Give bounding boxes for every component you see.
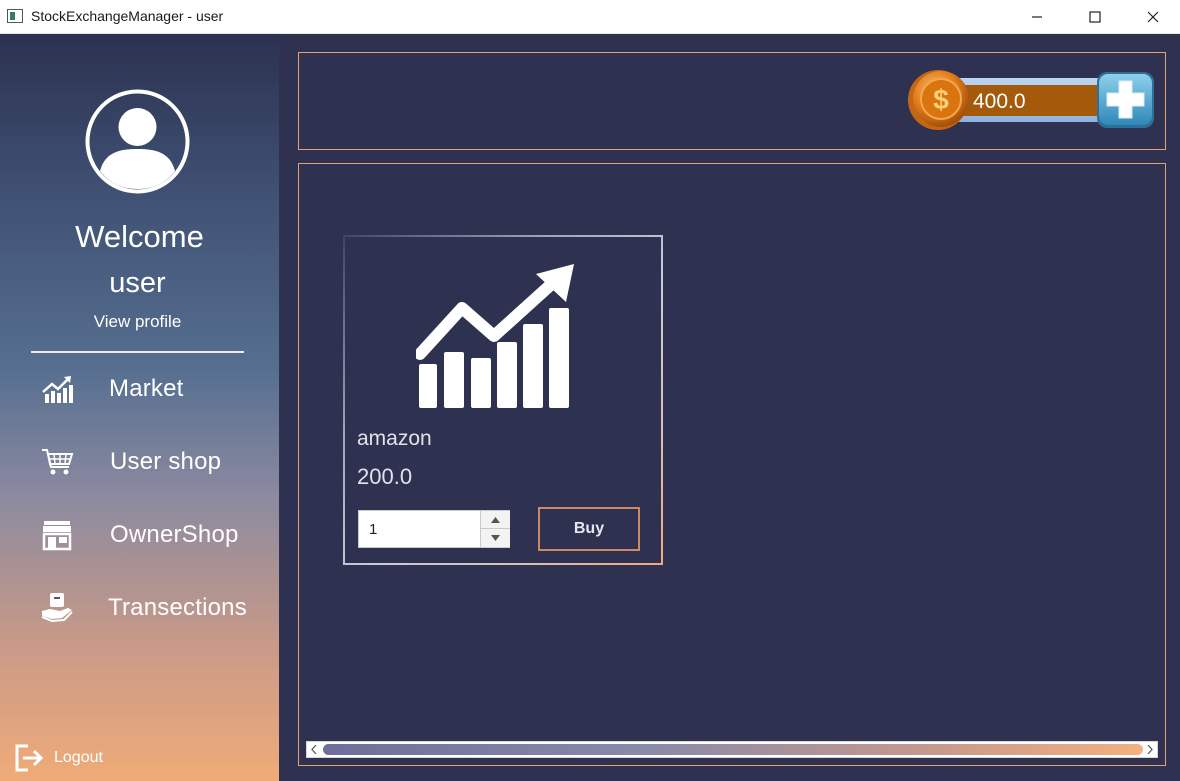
add-funds-button[interactable] [1096,71,1155,129]
balance-value: 400.0 [973,90,1026,113]
chevron-down-icon [491,535,500,541]
logout-button[interactable]: Logout [14,741,103,775]
sidebar-item-label: Transections [108,594,247,621]
stock-name: amazon [357,427,432,450]
scrollbar-thumb[interactable] [323,744,1143,755]
balance-widget: 400.0 $ [907,69,1155,131]
window-titlebar: StockExchangeManager - user [0,0,1180,34]
chart-growth-icon [40,369,88,409]
sidebar-item-transections[interactable]: Transections [40,585,270,631]
scroll-left-button[interactable] [307,742,321,757]
stock-chart-icon [416,264,574,408]
stock-price: 200.0 [357,464,413,489]
sidebar: Welcome user View profile Market User sh… [0,34,279,781]
sidebar-item-market[interactable]: Market [40,366,270,412]
welcome-heading: Welcome [75,219,204,254]
minimize-icon [1032,16,1042,18]
user-avatar-icon[interactable] [85,89,190,194]
hand-coin-icon [40,588,88,628]
horizontal-scrollbar[interactable] [306,741,1158,758]
sidebar-item-label: Market [109,375,184,402]
stock-card: amazon 200.0 Buy [343,235,663,565]
quantity-decrement-button[interactable] [480,529,510,547]
sidebar-item-ownershop[interactable]: OwnerShop [40,512,270,558]
window-title: StockExchangeManager - user [31,8,224,24]
close-icon [1147,11,1159,23]
sidebar-divider [31,351,244,353]
chevron-right-icon [1147,745,1153,754]
stock-card-body: amazon 200.0 Buy [345,237,661,563]
username-label: user [109,267,166,299]
chevron-left-icon [311,745,317,754]
maximize-icon [1089,11,1101,23]
logout-icon [15,744,44,772]
maximize-button[interactable] [1066,0,1124,34]
chevron-up-icon [491,516,500,523]
sidebar-item-label: OwnerShop [110,521,239,548]
cart-icon [40,442,88,482]
app-icon [7,9,23,23]
close-button[interactable] [1124,0,1180,34]
sidebar-item-user-shop[interactable]: User shop [40,439,270,485]
logout-label: Logout [54,749,103,766]
svg-text:$: $ [933,84,949,115]
quantity-increment-button[interactable] [480,511,510,529]
store-icon [40,515,88,555]
minimize-button[interactable] [1008,0,1066,34]
view-profile-link[interactable]: View profile [0,312,275,332]
buy-button[interactable]: Buy [538,507,640,551]
quantity-stepper [358,510,510,548]
scroll-right-button[interactable] [1143,742,1157,757]
coin-icon: $ [908,70,969,130]
quantity-input[interactable] [359,511,479,547]
sidebar-item-label: User shop [110,448,222,475]
